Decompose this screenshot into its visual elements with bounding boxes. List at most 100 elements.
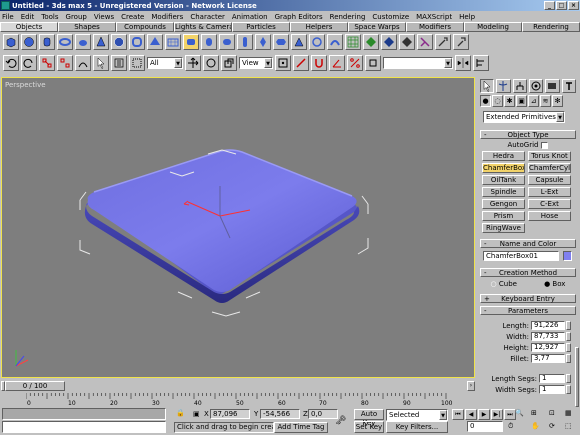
select-move-icon[interactable]	[185, 55, 201, 71]
zoom-icon[interactable]: 🔍	[515, 409, 524, 417]
spinner-arrows-icon[interactable]	[566, 354, 571, 363]
spinner-snap-icon[interactable]	[365, 55, 381, 71]
grid-icon[interactable]	[345, 34, 361, 50]
prism-icon[interactable]	[291, 34, 307, 50]
coord-x-field[interactable]: 87,096	[210, 409, 250, 419]
redo-icon[interactable]	[21, 55, 37, 71]
hierarchy-tab-icon[interactable]	[512, 79, 527, 93]
coord-z-field[interactable]: 0,0	[308, 409, 338, 419]
menu-rendering[interactable]: Rendering	[330, 13, 366, 21]
oiltank-icon[interactable]	[219, 34, 235, 50]
next-frame-icon[interactable]: ▶|	[491, 409, 503, 420]
tab-rendering[interactable]: Rendering	[522, 22, 580, 32]
angle-snap-icon[interactable]	[329, 55, 345, 71]
tab-modifiers[interactable]: Modifiers	[406, 22, 464, 32]
select-by-name-icon[interactable]	[111, 55, 127, 71]
cone-icon[interactable]	[93, 34, 109, 50]
previous-frame-icon[interactable]: ◀	[465, 409, 477, 420]
box-icon[interactable]	[3, 34, 19, 50]
reference-coord-dropdown[interactable]: View ▼	[239, 57, 273, 69]
spindle-button[interactable]: Spindle	[482, 187, 525, 197]
creation-method-rollout[interactable]: - Creation Method	[480, 268, 576, 277]
plane-icon[interactable]	[165, 34, 181, 50]
length-segs-field[interactable]: 1	[539, 374, 565, 383]
tab-particles[interactable]: Particles	[232, 22, 290, 32]
selection-filter-dropdown[interactable]: All ▼	[147, 57, 183, 69]
select-link-icon[interactable]	[39, 55, 55, 71]
menu-character[interactable]: Character	[190, 13, 225, 21]
menu-maxscript[interactable]: MAXScript	[416, 13, 452, 21]
spacewarps-category-icon[interactable]: ≋	[540, 95, 551, 107]
spinner-arrows-icon[interactable]	[566, 332, 571, 341]
tab-modeling[interactable]: Modeling	[464, 22, 522, 32]
hose-icon[interactable]	[327, 34, 343, 50]
menu-graph-editors[interactable]: Graph Editors	[275, 13, 323, 21]
hammer-icon[interactable]	[453, 34, 469, 50]
menu-animation[interactable]: Animation	[232, 13, 268, 21]
ringwave-icon[interactable]	[309, 34, 325, 50]
chamferbox-object[interactable]	[84, 149, 360, 303]
time-config-icon[interactable]: ⏱	[508, 422, 513, 431]
torusknot-button[interactable]: Torus Knot	[528, 151, 571, 161]
rect-select-region-icon[interactable]	[129, 55, 145, 71]
zoom-extents-all-icon[interactable]: ▦	[565, 409, 572, 417]
patch-icon[interactable]	[363, 34, 379, 50]
cube-radio[interactable]: ○ Cube	[491, 280, 517, 288]
pivot-center-icon[interactable]	[275, 55, 291, 71]
cylinder-icon[interactable]	[39, 34, 55, 50]
menu-views[interactable]: Views	[94, 13, 114, 21]
auto-key-button[interactable]: Auto Key	[354, 409, 384, 427]
coord-y-field[interactable]: -54,566	[260, 409, 300, 419]
tab-objects[interactable]: Objects	[0, 22, 58, 32]
torus-icon[interactable]	[57, 34, 73, 50]
zoom-all-icon[interactable]: ⊞	[531, 409, 537, 417]
menu-edit[interactable]: Edit	[21, 13, 35, 21]
geosphere-icon[interactable]	[111, 34, 127, 50]
align-icon[interactable]	[473, 55, 489, 71]
absolute-mode-icon[interactable]: ▣	[193, 410, 200, 418]
maxscript-listener[interactable]	[2, 408, 166, 420]
menu-group[interactable]: Group	[66, 13, 87, 21]
close-button[interactable]: ×	[568, 1, 579, 10]
box-radio[interactable]: ● Box	[544, 280, 565, 288]
object-type-rollout[interactable]: - Object Type	[480, 130, 576, 139]
tab-shapes[interactable]: Shapes	[58, 22, 116, 32]
spinner-arrows-icon[interactable]	[566, 374, 571, 383]
spindle-icon[interactable]	[255, 34, 271, 50]
gengon-button[interactable]: Gengon	[482, 199, 525, 209]
height-field[interactable]: 12,927	[531, 343, 565, 352]
gengon-icon[interactable]	[273, 34, 289, 50]
bones-icon[interactable]	[417, 34, 433, 50]
select-scale-icon[interactable]	[221, 55, 237, 71]
go-to-start-icon[interactable]: ⏮	[452, 409, 464, 420]
percent-snap-icon[interactable]	[347, 55, 363, 71]
tab-space-warps[interactable]: Space Warps	[348, 22, 406, 32]
undo-icon[interactable]	[3, 55, 19, 71]
c-ext-button[interactable]: C-Ext	[528, 199, 571, 209]
chevron-right-icon[interactable]: ›	[467, 381, 475, 391]
key-filters-button[interactable]: Key Filters...	[386, 421, 448, 433]
tab-compounds[interactable]: Compounds	[116, 22, 174, 32]
menu-file[interactable]: File	[2, 13, 14, 21]
mirror-icon[interactable]	[455, 55, 471, 71]
menu-create[interactable]: Create	[121, 13, 144, 21]
utilities-tab-icon[interactable]	[561, 79, 576, 93]
time-slider[interactable]: 0 / 100	[5, 381, 65, 391]
cameras-category-icon[interactable]: ▣	[516, 95, 527, 107]
oiltank-button[interactable]: OilTank	[482, 175, 525, 185]
object-color-swatch[interactable]	[563, 251, 572, 261]
object-category-dropdown[interactable]: Extended Primitives ▼	[483, 111, 565, 123]
prism-button[interactable]: Prism	[482, 211, 525, 221]
hose-button[interactable]: Hose	[528, 211, 571, 221]
menu-help[interactable]: Help	[459, 13, 475, 21]
teapot-icon[interactable]	[75, 34, 91, 50]
width-segs-field[interactable]: 1	[539, 385, 565, 394]
min-max-toggle-icon[interactable]: ⬚	[565, 422, 572, 430]
menu-modifiers[interactable]: Modifiers	[151, 13, 183, 21]
play-icon[interactable]: ▶	[478, 409, 490, 420]
snap-toggle-icon[interactable]	[311, 55, 327, 71]
tab-helpers[interactable]: Helpers	[290, 22, 348, 32]
bind-spacewarp-icon[interactable]	[75, 55, 91, 71]
wrench-icon[interactable]	[435, 34, 451, 50]
arc-rotate-icon[interactable]: ⟳	[549, 422, 555, 430]
